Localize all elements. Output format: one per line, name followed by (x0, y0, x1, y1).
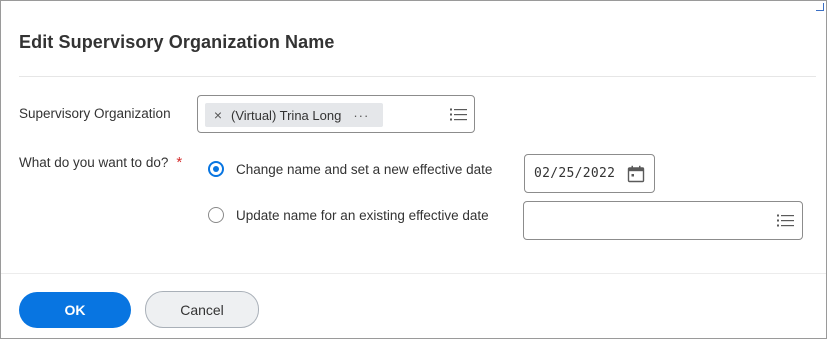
edit-supervisory-org-dialog: Edit Supervisory Organization Name Super… (0, 0, 827, 339)
radio-option-change-name[interactable]: Change name and set a new effective date (208, 161, 492, 177)
required-marker: * (176, 154, 183, 171)
radio-option-update-name[interactable]: Update name for an existing effective da… (208, 207, 489, 223)
close-icon[interactable]: × (207, 107, 229, 123)
corner-mark (816, 3, 824, 11)
dialog-title: Edit Supervisory Organization Name (19, 32, 335, 52)
footer-divider (1, 273, 826, 274)
selected-org-text: (Virtual) Trina Long (231, 107, 342, 123)
selected-org-pill[interactable]: × (Virtual) Trina Long ··· (205, 103, 383, 127)
supervisory-org-prompt[interactable]: × (Virtual) Trina Long ··· (197, 95, 475, 133)
effective-date-value: 02/25/2022 (534, 166, 616, 181)
radio-button-checked[interactable] (208, 161, 224, 177)
cancel-button[interactable]: Cancel (145, 291, 259, 328)
ok-button[interactable]: OK (19, 292, 131, 328)
action-label: What do you want to do? (19, 155, 169, 170)
existing-effective-date-select[interactable] (523, 201, 803, 240)
radio-label-update-name: Update name for an existing effective da… (236, 207, 489, 223)
calendar-icon[interactable] (627, 165, 645, 183)
ellipsis-icon[interactable]: ··· (353, 108, 369, 123)
radio-label-change-name: Change name and set a new effective date (236, 161, 493, 177)
action-label-wrapper: What do you want to do? * (19, 154, 182, 171)
list-icon[interactable] (777, 214, 794, 227)
list-icon[interactable] (450, 108, 467, 121)
supervisory-org-label: Supervisory Organization (19, 106, 171, 121)
title-divider (19, 76, 816, 77)
radio-button-unchecked[interactable] (208, 207, 224, 223)
effective-date-input[interactable]: 02/25/2022 (524, 154, 655, 193)
